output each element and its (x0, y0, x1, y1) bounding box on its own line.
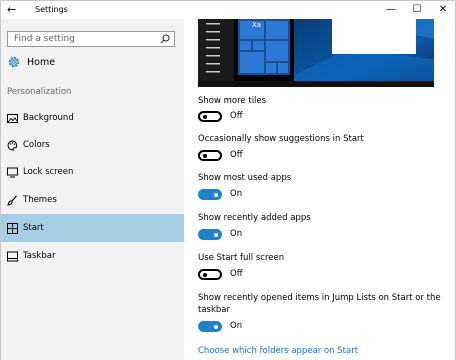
taskbar-icon (7, 251, 18, 262)
setting-label-jump-lists-line2: taskbar (198, 305, 230, 315)
setting-label-show-more-tiles: Show more tiles (198, 96, 267, 106)
picture-icon (7, 114, 18, 123)
maximize-button[interactable]: ☐ (405, 1, 429, 19)
toggle-recently-added-apps[interactable] (198, 229, 222, 240)
toggle-most-used-apps[interactable] (198, 189, 222, 200)
close-button[interactable]: ✕ (431, 1, 455, 19)
toggle-state-suggestions: Off (230, 150, 243, 160)
toggle-knob (214, 192, 218, 197)
choose-folders-link[interactable]: Choose which folders appear on Start (198, 345, 358, 357)
toggle-state-show-more-tiles: Off (230, 111, 243, 121)
minimize-button[interactable]: — (379, 1, 403, 19)
toggle-state-jump-lists: On (230, 321, 243, 331)
window-title: Settings (35, 5, 68, 14)
sidebar-item-label: Themes (23, 195, 57, 205)
toggle-knob (203, 272, 207, 277)
content-pane: Xa Show more tiles Off Occasionally show… (184, 19, 455, 360)
toggle-full-screen[interactable] (198, 269, 222, 280)
setting-label-recently-added-apps: Show recently added apps (198, 213, 311, 223)
sidebar-item-themes[interactable]: Themes (1, 186, 184, 214)
sidebar-item-label: Background (23, 113, 74, 123)
toggle-knob (203, 153, 207, 158)
toggle-knob (214, 232, 218, 237)
setting-label-jump-lists-line1: Show recently opened items in Jump Lists… (198, 293, 441, 303)
toggle-show-more-tiles[interactable] (198, 111, 222, 122)
sidebar-item-taskbar[interactable]: Taskbar (1, 242, 184, 270)
toggle-knob (203, 114, 207, 119)
toggle-state-most-used-apps: On (230, 189, 243, 199)
toggle-suggestions[interactable] (198, 150, 222, 161)
back-arrow-icon[interactable]: ← (7, 3, 21, 17)
toggle-state-recently-added-apps: On (230, 229, 243, 239)
start-preview-image: Xa (198, 19, 434, 87)
search-input[interactable]: Find a setting (7, 31, 175, 47)
sidebar-item-label: Start (23, 223, 44, 233)
setting-label-full-screen: Use Start full screen (198, 253, 285, 263)
sidebar-item-colors[interactable]: Colors (1, 131, 184, 159)
settings-window: ← Settings — ☐ ✕ Find a setting Home Per… (0, 0, 456, 360)
sidebar-item-lock-screen[interactable]: Lock screen (1, 158, 184, 186)
gear-icon (8, 56, 20, 68)
toggle-jump-lists[interactable] (198, 321, 222, 332)
sidebar: Find a setting Home Personalization Back… (1, 19, 184, 360)
toggle-knob (214, 324, 218, 329)
tile-text: Xa (252, 21, 261, 29)
sidebar-item-start[interactable]: Start (1, 214, 184, 242)
brush-icon (7, 195, 17, 206)
sidebar-item-label: Lock screen (23, 167, 74, 177)
palette-icon (7, 140, 18, 151)
setting-label-most-used-apps: Show most used apps (198, 173, 292, 183)
toggle-state-full-screen: Off (230, 269, 243, 279)
section-heading: Personalization (7, 87, 72, 97)
monitor-icon (7, 167, 18, 178)
home-label: Home (27, 57, 56, 68)
setting-label-suggestions: Occasionally show suggestions in Start (198, 134, 364, 144)
sidebar-item-background[interactable]: Background (1, 104, 184, 132)
search-icon[interactable] (160, 34, 170, 44)
start-tiles-icon (7, 223, 18, 234)
title-bar: ← Settings — ☐ ✕ (1, 1, 455, 19)
sidebar-item-label: Colors (23, 140, 50, 150)
sidebar-item-label: Taskbar (23, 251, 56, 261)
search-placeholder: Find a setting (14, 34, 75, 44)
